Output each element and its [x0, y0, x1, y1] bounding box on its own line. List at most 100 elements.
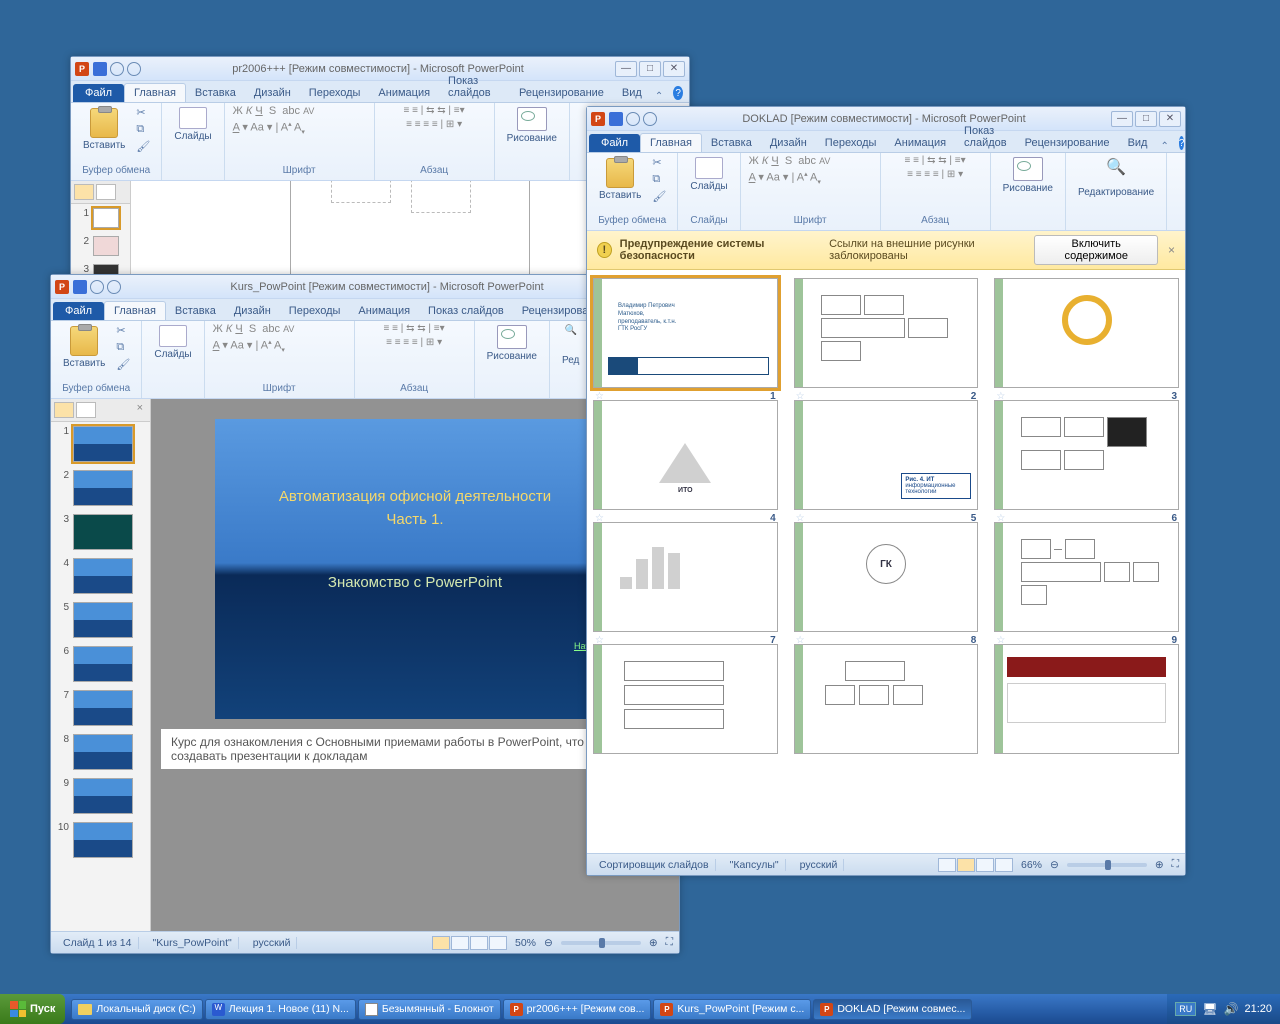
redo-icon[interactable]: [127, 62, 141, 76]
format-painter-icon[interactable]: 🖌: [133, 139, 153, 154]
copy-icon[interactable]: ⧉: [133, 122, 153, 137]
close-thumbnails-icon[interactable]: ×: [133, 402, 147, 418]
language-indicator[interactable]: RU: [1175, 1002, 1196, 1016]
tab-home[interactable]: Главная: [124, 83, 186, 102]
tab-home[interactable]: Главная: [640, 133, 702, 152]
zoom-in-button[interactable]: ⊕: [649, 937, 658, 949]
sorter-slide-3[interactable]: [994, 278, 1179, 388]
titlebar[interactable]: P Kurs_PowPoint [Режим совместимости] - …: [51, 275, 679, 299]
thumb-6[interactable]: [73, 646, 133, 682]
enable-content-button[interactable]: Включить содержимое: [1034, 235, 1158, 265]
taskbar-item[interactable]: PDOKLAD [Режим совмес...: [813, 999, 972, 1020]
paste-button[interactable]: Вставить: [59, 324, 109, 371]
slides-button[interactable]: Слайды: [150, 323, 195, 362]
copy-icon[interactable]: ⧉: [113, 340, 133, 355]
editing-button[interactable]: 🔍Ред: [558, 323, 583, 368]
taskbar-item[interactable]: Ppr2006+++ [Режим сов...: [503, 999, 652, 1020]
tab-review[interactable]: Рецензирование: [510, 84, 613, 102]
taskbar[interactable]: Пуск Локальный диск (C:) WЛекция 1. Ново…: [0, 994, 1280, 1024]
thumb-9[interactable]: [73, 778, 133, 814]
taskbar-item[interactable]: PKurs_PowPoint [Режим с...: [653, 999, 811, 1020]
help-icon[interactable]: ?: [673, 86, 683, 100]
help-icon[interactable]: ?: [1179, 136, 1185, 150]
close-warning-icon[interactable]: ×: [1168, 243, 1175, 257]
zoom-out-button[interactable]: ⊖: [1050, 859, 1059, 871]
fit-window-button[interactable]: ⛶: [666, 936, 673, 949]
slide-thumbnails[interactable]: × 1 2 3 4 5 6 7 8 9 10: [51, 399, 151, 931]
sorter-slide-7[interactable]: [593, 522, 778, 632]
normal-view-button[interactable]: [938, 858, 956, 872]
tab-file[interactable]: Файл: [73, 84, 124, 102]
tab-design[interactable]: Дизайн: [245, 84, 300, 102]
thumb-1[interactable]: [93, 208, 119, 228]
copy-icon[interactable]: ⧉: [649, 172, 669, 187]
format-painter-icon[interactable]: 🖌: [113, 357, 133, 372]
tab-file[interactable]: Файл: [53, 302, 104, 320]
slides-button[interactable]: Слайды: [170, 105, 215, 144]
maximize-button[interactable]: □: [639, 61, 661, 77]
drawing-button[interactable]: Рисование: [999, 155, 1057, 196]
sorter-slide-10[interactable]: [593, 644, 778, 754]
save-icon[interactable]: [93, 62, 107, 76]
tab-slideshow[interactable]: Показ слайдов: [419, 302, 513, 320]
start-button[interactable]: Пуск: [0, 994, 65, 1024]
tab-animation[interactable]: Анимация: [369, 84, 439, 102]
slideshow-view-button[interactable]: [995, 858, 1013, 872]
close-button[interactable]: ✕: [1159, 111, 1181, 127]
reading-view-button[interactable]: [470, 936, 488, 950]
minimize-button[interactable]: —: [615, 61, 637, 77]
zoom-out-button[interactable]: ⊖: [544, 937, 553, 949]
tray-icon[interactable]: 🔊: [1224, 1002, 1239, 1016]
slide-canvas[interactable]: Автоматизация офисной деятельности Часть…: [215, 419, 615, 719]
sorter-slide-11[interactable]: [794, 644, 979, 754]
zoom-slider[interactable]: [1067, 863, 1147, 867]
thumb-7[interactable]: [73, 690, 133, 726]
tab-review[interactable]: Рецензирование: [1016, 134, 1119, 152]
titlebar[interactable]: P DOKLAD [Режим совместимости] - Microso…: [587, 107, 1185, 131]
sorter-slide-4[interactable]: ИТО: [593, 400, 778, 510]
slide-thumbnails[interactable]: 1 2 3: [71, 181, 131, 275]
close-button[interactable]: ✕: [663, 61, 685, 77]
collapse-ribbon-icon[interactable]: ⌃: [1160, 141, 1168, 152]
thumb-5[interactable]: [73, 602, 133, 638]
zoom-level[interactable]: 66%: [1021, 859, 1042, 871]
zoom-level[interactable]: 50%: [515, 937, 536, 949]
titlebar[interactable]: P pr2006+++ [Режим совместимости] - Micr…: [71, 57, 689, 81]
tab-transitions[interactable]: Переходы: [816, 134, 886, 152]
cut-icon[interactable]: ✂: [113, 323, 133, 338]
sorter-view-button[interactable]: [957, 858, 975, 872]
sorter-slide-5[interactable]: Рис. 4. ИТинформационныетехнологии: [794, 400, 979, 510]
tab-insert[interactable]: Вставка: [702, 134, 761, 152]
fit-window-button[interactable]: ⛶: [1172, 858, 1179, 871]
tab-animation[interactable]: Анимация: [349, 302, 419, 320]
cut-icon[interactable]: ✂: [649, 155, 669, 170]
sorter-slide-9[interactable]: [994, 522, 1179, 632]
undo-icon[interactable]: [90, 280, 104, 294]
system-tray[interactable]: RU 🖥 🔊 21:20: [1167, 994, 1280, 1024]
paste-button[interactable]: Вставить: [79, 106, 129, 153]
editing-button[interactable]: 🔍Редактирование: [1074, 155, 1158, 200]
reading-view-button[interactable]: [976, 858, 994, 872]
sorter-slide-2[interactable]: [794, 278, 979, 388]
tab-design[interactable]: Дизайн: [225, 302, 280, 320]
tab-animation[interactable]: Анимация: [885, 134, 955, 152]
format-painter-icon[interactable]: 🖌: [649, 189, 669, 204]
tab-transitions[interactable]: Переходы: [280, 302, 350, 320]
zoom-in-button[interactable]: ⊕: [1155, 859, 1164, 871]
taskbar-item[interactable]: Безымянный - Блокнот: [358, 999, 501, 1020]
thumb-3[interactable]: [73, 514, 133, 550]
powerpoint-window-doklad[interactable]: P DOKLAD [Режим совместимости] - Microso…: [586, 106, 1186, 876]
sorter-view-button[interactable]: [451, 936, 469, 950]
maximize-button[interactable]: □: [1135, 111, 1157, 127]
thumb-2[interactable]: [73, 470, 133, 506]
sorter-slide-12[interactable]: [994, 644, 1179, 754]
zoom-slider[interactable]: [561, 941, 641, 945]
collapse-ribbon-icon[interactable]: ⌃: [655, 91, 663, 102]
sorter-slide-8[interactable]: ГК: [794, 522, 979, 632]
redo-icon[interactable]: [107, 280, 121, 294]
undo-icon[interactable]: [110, 62, 124, 76]
thumbnail-tab-slides[interactable]: [54, 402, 74, 418]
drawing-button[interactable]: Рисование: [503, 105, 561, 146]
tab-view[interactable]: Вид: [1119, 134, 1157, 152]
save-icon[interactable]: [73, 280, 87, 294]
